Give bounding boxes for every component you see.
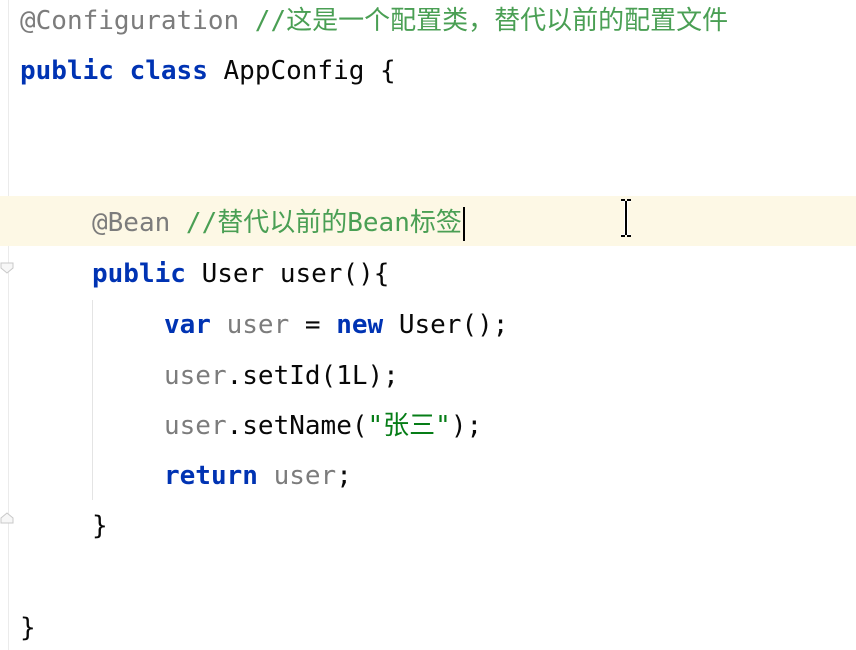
code-line-6[interactable]: user.setId(1L); [164,356,399,396]
code-line-2[interactable]: public class AppConfig { [20,51,396,91]
call-close: ); [450,411,483,441]
comment-bean-tag: //替代以前的Bean标签 [170,208,462,238]
code-line-10[interactable]: } [20,608,36,648]
local-variable-user: user [226,310,290,340]
annotation-configuration: @Configuration [20,6,240,36]
text-ibeam-cursor-icon [619,198,633,238]
local-variable-user: user [164,361,227,391]
local-variable-user: user [273,461,337,491]
closing-brace-class: } [20,613,36,643]
method-call-setid: .setId(1L); [226,361,399,391]
keyword-new: new [336,310,384,340]
code-line-9[interactable]: } [92,506,108,546]
keyword-var: var [164,310,211,340]
code-line-3[interactable]: @Bean //替代以前的Bean标签 [92,203,465,243]
assign-operator: = [289,310,337,340]
constructor-call: User(); [383,310,509,340]
closing-brace-method: } [92,511,108,541]
string-literal: "张三" [367,411,451,441]
keyword-return: return [164,461,258,491]
comment-config-class: //这是一个配置类，替代以前的配置文件 [239,6,729,36]
code-editor[interactable]: @Configuration //这是一个配置类，替代以前的配置文件 publi… [0,0,856,650]
keyword-public: public [20,56,114,86]
method-call-setname: .setName( [226,411,368,441]
code-line-8[interactable]: return user; [164,456,352,496]
code-line-4[interactable]: public User user(){ [92,254,389,294]
indent-guide [92,300,93,500]
class-declaration: AppConfig { [223,56,396,86]
gutter-separator [8,0,9,650]
keyword-public: public [92,259,186,289]
method-signature: User user(){ [201,259,390,289]
local-variable-user: user [164,411,227,441]
code-line-5[interactable]: var user = new User(); [164,305,508,345]
code-line-7[interactable]: user.setName("张三"); [164,406,482,446]
keyword-class: class [129,56,208,86]
statement-end: ; [336,461,352,491]
text-caret [462,206,465,241]
code-line-1[interactable]: @Configuration //这是一个配置类，替代以前的配置文件 [20,1,728,41]
annotation-bean: @Bean [92,208,171,238]
fold-open-icon[interactable] [0,262,16,274]
fold-close-icon[interactable] [0,512,16,524]
